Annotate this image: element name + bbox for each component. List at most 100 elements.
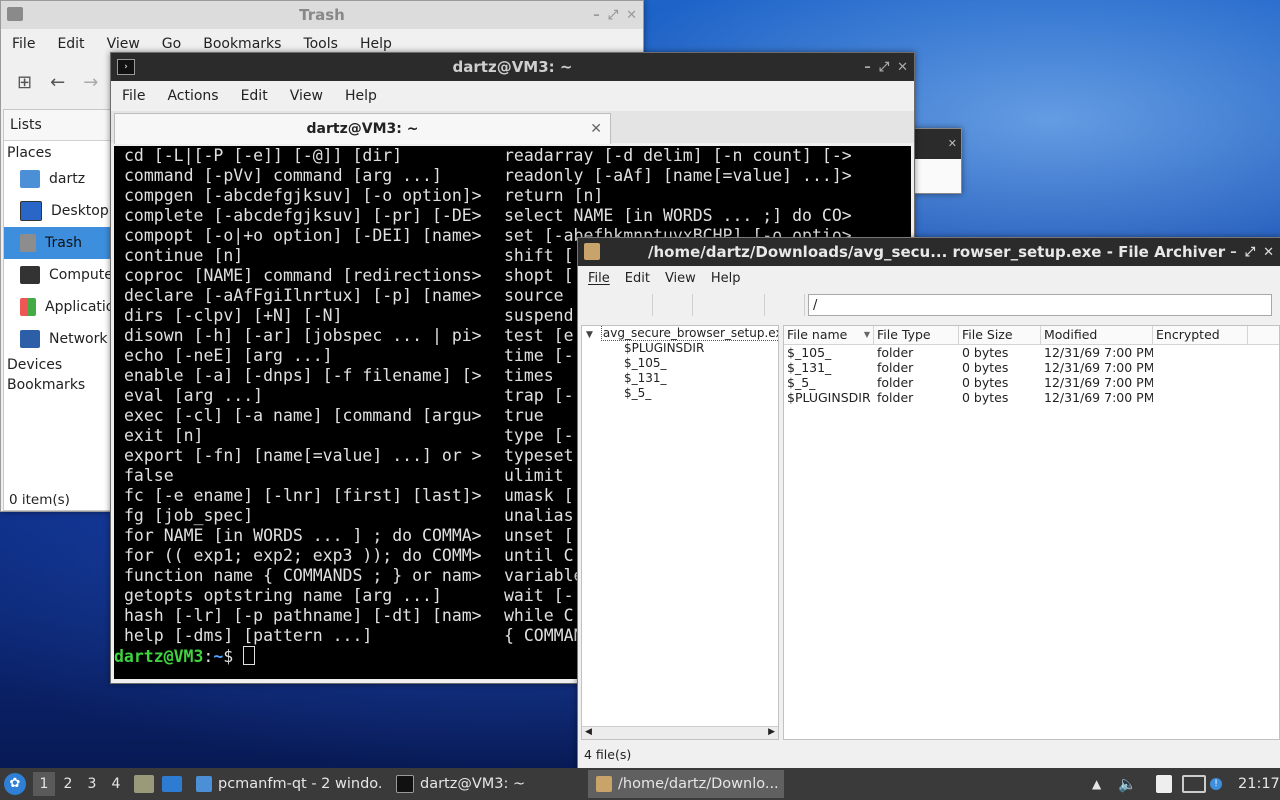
terminal-tab[interactable]: dartz@VM3: ~ ✕ [114,113,611,144]
desktop-switch-1[interactable]: 1 [33,772,55,796]
menu-view[interactable]: View [279,88,334,104]
desktop-switch-2[interactable]: 2 [57,772,79,796]
menu-edit[interactable]: Edit [230,88,279,104]
scroll-left-icon[interactable]: ◀ [585,727,592,737]
terminal-prompt[interactable]: dartz@VM3:~$ [114,646,256,666]
tray-expand-icon[interactable]: ▲ [1092,768,1101,800]
menu-help[interactable]: Help [349,36,403,52]
sidebar-view-selector[interactable]: Lists [4,110,112,141]
quicklaunch-file-manager[interactable] [134,768,154,800]
trash-titlebar[interactable]: Trash – ⤢ ✕ [1,1,643,29]
notification-icon[interactable]: ! [1210,768,1222,800]
cell-encrypted [1153,360,1248,375]
forward-arrow-icon[interactable]: → [83,72,98,93]
trash-status-bar: 0 item(s) [9,492,70,508]
terminal-line: while C [504,606,574,625]
new-tab-icon[interactable]: ⊞ [17,72,32,93]
close-tab-icon[interactable]: ✕ [590,114,602,144]
close-icon[interactable]: ✕ [897,60,908,75]
menu-file[interactable]: File [1,36,46,52]
table-row[interactable]: $_131_ folder 0 bytes 12/31/69 7:00 PM [784,360,1279,375]
column-header-filetype[interactable]: File Type [874,326,959,344]
cell-filename: $_131_ [787,360,832,375]
network-tray-icon[interactable] [1182,768,1206,800]
menu-bookmarks[interactable]: Bookmarks [192,36,292,52]
terminal-line: echo [-neE] [arg ...] [124,346,333,365]
sidebar-item-desktop[interactable]: Desktop [4,195,112,227]
menu-file[interactable]: File [111,88,156,104]
sidebar-item-dartz[interactable]: dartz [4,163,112,195]
clipboard-icon[interactable] [1156,768,1172,800]
terminal-line: source [504,286,564,305]
start-menu-button[interactable]: ✿ [4,768,26,800]
column-header-filename[interactable]: File name ▼ [784,326,874,344]
task-label: pcmanfm-qt - 2 windo... [218,776,384,792]
quicklaunch-show-desktop[interactable] [162,768,182,800]
terminal-line: type [- [504,426,574,445]
column-header-filesize[interactable]: File Size [959,326,1041,344]
tree-root-item[interactable]: ▼ avg_secure_browser_setup.exe [582,326,778,341]
file-archiver-window: /home/dartz/Downloads/avg_secu... rowser… [577,237,1280,769]
terminal-line: shift [ [504,246,574,265]
taskbar: ✿ 1 2 3 4 pcmanfm-qt - 2 windo... dartz@… [0,768,1280,800]
menu-tools[interactable]: Tools [292,36,349,52]
desktop-switch-3[interactable]: 3 [81,772,103,796]
background-window[interactable]: ✕ [912,128,962,194]
column-header-encrypted[interactable]: Encrypted [1153,326,1248,344]
prompt-symbol: $ [223,647,234,666]
minimize-icon[interactable]: – [1230,245,1237,260]
cell-filesize: 0 bytes [962,345,1009,360]
sidebar-item-network[interactable]: Network [4,323,112,355]
menu-view[interactable]: View [655,271,701,286]
task-label: /home/dartz/Downlo... [618,776,779,792]
menu-edit[interactable]: Edit [46,36,95,52]
table-row[interactable]: $_105_ folder 0 bytes 12/31/69 7:00 PM [784,345,1279,360]
task-file-archiver[interactable]: /home/dartz/Downlo... [588,770,784,798]
minimize-icon[interactable]: – [864,60,871,75]
folder-icon [196,776,212,792]
sidebar-item-applications[interactable]: Applications [4,291,112,323]
menu-view[interactable]: View [96,36,151,52]
scroll-right-icon[interactable]: ▶ [768,727,775,737]
sidebar-item-computer[interactable]: Computer [4,259,112,291]
cell-filetype: folder [877,390,914,405]
maximize-icon[interactable]: ⤢ [879,60,889,75]
task-terminal[interactable]: dartz@VM3: ~ [388,770,584,798]
maximize-icon[interactable]: ⤢ [1245,245,1255,260]
menu-help[interactable]: Help [334,88,388,104]
maximize-icon[interactable]: ⤢ [608,8,618,23]
location-input[interactable]: / [808,294,1272,316]
tree-horizontal-scrollbar[interactable]: ◀ ▶ [582,726,778,739]
clock[interactable]: 21:17 [1238,768,1280,800]
terminal-titlebar[interactable]: › dartz@VM3: ~ – ⤢ ✕ [111,53,914,81]
tree-item[interactable]: $_105_ [582,356,778,371]
menu-help[interactable]: Help [701,271,746,286]
tree-item[interactable]: $_131_ [582,371,778,386]
terminal-line: times [504,366,554,385]
close-icon[interactable]: ✕ [1263,245,1274,260]
menu-edit[interactable]: Edit [615,271,655,286]
home-folder-icon [20,170,40,188]
archiver-titlebar[interactable]: /home/dartz/Downloads/avg_secu... rowser… [578,238,1280,266]
back-arrow-icon[interactable]: ← [50,72,65,93]
tree-item[interactable]: $_5_ [582,386,778,401]
desktop-switch-4[interactable]: 4 [105,772,127,796]
volume-icon[interactable]: 🔈 [1118,768,1137,800]
sidebar-item-trash[interactable]: Trash [4,227,112,259]
places-heading[interactable]: Places [4,141,112,163]
table-row[interactable]: $_5_ folder 0 bytes 12/31/69 7:00 PM [784,375,1279,390]
close-icon[interactable]: ✕ [626,8,637,23]
table-row[interactable]: $PLUGINSDIR folder 0 bytes 12/31/69 7:00… [784,390,1279,405]
task-pcmanfm[interactable]: pcmanfm-qt - 2 windo... [188,770,384,798]
close-icon[interactable]: ✕ [913,129,961,159]
menu-file[interactable]: File [578,271,615,286]
tree-expander-icon[interactable]: ▼ [586,330,593,340]
devices-heading[interactable]: Devices [4,355,112,375]
bookmarks-heading[interactable]: Bookmarks [4,375,112,395]
tree-item[interactable]: $PLUGINSDIR [582,341,778,356]
menu-actions[interactable]: Actions [156,88,229,104]
minimize-icon[interactable]: – [593,8,600,23]
menu-go[interactable]: Go [151,36,192,52]
terminal-line: continue [n] [124,246,244,265]
column-header-modified[interactable]: Modified [1041,326,1153,344]
